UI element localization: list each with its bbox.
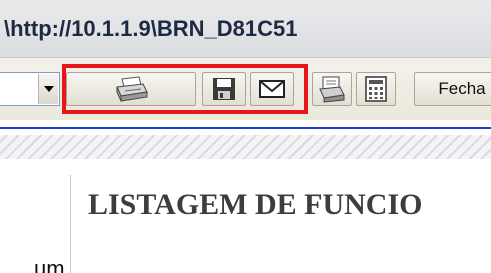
close-button-label: Fecha bbox=[438, 79, 486, 98]
separator-line bbox=[0, 127, 491, 129]
window-title: \http://10.1.1.9\BRN_D81C51 bbox=[4, 16, 298, 41]
report-heading: LISTAGEM DE FUNCIO bbox=[88, 188, 423, 221]
window-title-bar: \http://10.1.1.9\BRN_D81C51 bbox=[0, 0, 491, 58]
chevron-down-icon[interactable] bbox=[38, 74, 58, 104]
zoom-dropdown[interactable] bbox=[0, 72, 60, 106]
print-preview-button[interactable] bbox=[312, 72, 352, 106]
column-divider bbox=[70, 175, 71, 273]
close-button[interactable]: Fecha bbox=[414, 72, 491, 106]
print-preview-icon bbox=[319, 76, 345, 103]
left-column-label: um bbox=[34, 256, 65, 273]
highlight-box bbox=[62, 64, 308, 114]
hatch-band bbox=[0, 135, 491, 159]
toolbar: Fecha bbox=[0, 58, 491, 120]
calculator-icon bbox=[365, 76, 387, 102]
calculator-button[interactable] bbox=[356, 72, 396, 106]
